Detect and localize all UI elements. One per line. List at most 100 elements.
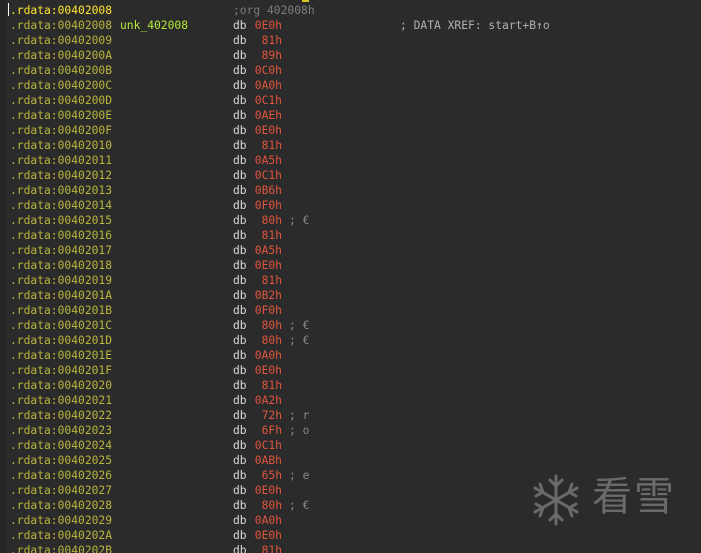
row-address[interactable]: .rdata:0040201C xyxy=(10,318,112,333)
row-address[interactable]: .rdata:00402012 xyxy=(10,168,112,183)
disassembly-listing[interactable]: .rdata:00402008 ;org 402008h .rdata:0040… xyxy=(0,0,701,553)
listing-row[interactable]: .rdata:00402011 db 0A5h xyxy=(0,153,701,168)
row-value[interactable]: 0E0h xyxy=(252,363,282,378)
row-value[interactable]: 0A0h xyxy=(252,348,282,363)
listing-row[interactable]: .rdata:0040201B db 0F0h xyxy=(0,303,701,318)
row-value[interactable]: 0A0h xyxy=(252,78,282,93)
row-value[interactable]: 0A0h xyxy=(252,513,282,528)
row-address[interactable]: .rdata:0040200B xyxy=(10,63,112,78)
row-address[interactable]: .rdata:00402008 xyxy=(10,3,112,18)
listing-row[interactable]: .rdata:0040201E db 0A0h xyxy=(0,348,701,363)
row-value[interactable]: 0A2h xyxy=(252,393,282,408)
row-address[interactable]: .rdata:0040202B xyxy=(10,543,112,553)
row-value[interactable]: 81h xyxy=(252,33,282,48)
row-value[interactable]: 80h xyxy=(252,318,282,333)
listing-row[interactable]: .rdata:0040201A db 0B2h xyxy=(0,288,701,303)
row-address[interactable]: .rdata:00402026 xyxy=(10,468,112,483)
row-address[interactable]: .rdata:00402021 xyxy=(10,393,112,408)
row-address[interactable]: .rdata:00402010 xyxy=(10,138,112,153)
row-value[interactable]: 89h xyxy=(252,48,282,63)
listing-row[interactable]: .rdata:00402016 db 81h xyxy=(0,228,701,243)
listing-row[interactable]: .rdata:0040200C db 0A0h xyxy=(0,78,701,93)
listing-row[interactable]: .rdata:00402017 db 0A5h xyxy=(0,243,701,258)
listing-row[interactable]: .rdata:00402021 db 0A2h xyxy=(0,393,701,408)
listing-row[interactable]: .rdata:0040202A db 0E0h xyxy=(0,528,701,543)
row-address[interactable]: .rdata:00402016 xyxy=(10,228,112,243)
row-value[interactable]: 81h xyxy=(252,138,282,153)
listing-row[interactable]: .rdata:0040200F db 0E0h xyxy=(0,123,701,138)
row-address[interactable]: .rdata:0040200A xyxy=(10,48,112,63)
row-value[interactable]: 0E0h xyxy=(252,123,282,138)
row-xref[interactable]: ; DATA XREF: start+B↑o xyxy=(400,18,550,33)
row-value[interactable]: 80h xyxy=(252,333,282,348)
row-value[interactable]: 0F0h xyxy=(252,303,282,318)
row-address[interactable]: .rdata:00402029 xyxy=(10,513,112,528)
row-address[interactable]: .rdata:0040200D xyxy=(10,93,112,108)
row-value[interactable]: 0E0h xyxy=(252,528,282,543)
listing-row[interactable]: .rdata:0040200D db 0C1h xyxy=(0,93,701,108)
listing-row[interactable]: .rdata:0040201F db 0E0h xyxy=(0,363,701,378)
row-address[interactable]: .rdata:00402014 xyxy=(10,198,112,213)
row-value[interactable]: 0F0h xyxy=(252,198,282,213)
row-value[interactable]: 80h xyxy=(252,498,282,513)
row-address[interactable]: .rdata:00402013 xyxy=(10,183,112,198)
listing-row[interactable]: .rdata:00402024 db 0C1h xyxy=(0,438,701,453)
listing-row[interactable]: .rdata:00402020 db 81h xyxy=(0,378,701,393)
row-address[interactable]: .rdata:0040200F xyxy=(10,123,112,138)
listing-row[interactable]: .rdata:0040201C db 80h ; € xyxy=(0,318,701,333)
listing-row[interactable]: .rdata:0040200E db 0AEh xyxy=(0,108,701,123)
row-address[interactable]: .rdata:00402018 xyxy=(10,258,112,273)
row-value[interactable]: 0C1h xyxy=(252,93,282,108)
row-address[interactable]: .rdata:00402015 xyxy=(10,213,112,228)
row-value[interactable]: 65h xyxy=(252,468,282,483)
listing-row[interactable]: .rdata:00402012 db 0C1h xyxy=(0,168,701,183)
row-value[interactable]: 80h xyxy=(252,213,282,228)
row-address[interactable]: .rdata:00402020 xyxy=(10,378,112,393)
row-value[interactable]: 72h xyxy=(252,408,282,423)
listing-row[interactable]: .rdata:0040200A db 89h xyxy=(0,48,701,63)
row-address[interactable]: .rdata:00402027 xyxy=(10,483,112,498)
row-address[interactable]: .rdata:0040200C xyxy=(10,78,112,93)
row-address[interactable]: .rdata:0040201B xyxy=(10,303,112,318)
listing-row[interactable]: .rdata:00402022 db 72h ; r xyxy=(0,408,701,423)
row-address[interactable]: .rdata:00402017 xyxy=(10,243,112,258)
listing-row[interactable]: .rdata:0040201D db 80h ; € xyxy=(0,333,701,348)
row-value[interactable]: 0A5h xyxy=(252,153,282,168)
row-address[interactable]: .rdata:00402023 xyxy=(10,423,112,438)
row-address[interactable]: .rdata:0040201D xyxy=(10,333,112,348)
row-value[interactable]: 81h xyxy=(252,228,282,243)
org-row[interactable]: .rdata:00402008 ;org 402008h xyxy=(0,3,701,18)
row-address[interactable]: .rdata:00402019 xyxy=(10,273,112,288)
row-value[interactable]: 0E0h xyxy=(252,483,282,498)
row-value[interactable]: 81h xyxy=(252,273,282,288)
listing-row[interactable]: .rdata:00402014 db 0F0h xyxy=(0,198,701,213)
row-address[interactable]: .rdata:00402011 xyxy=(10,153,112,168)
row-address[interactable]: .rdata:00402025 xyxy=(10,453,112,468)
listing-row[interactable]: .rdata:00402008 unk_402008 db 0E0h ; DATA XR… xyxy=(0,18,701,33)
listing-row[interactable]: .rdata:0040202B db 81h xyxy=(0,543,701,553)
row-value[interactable]: 0AEh xyxy=(252,108,282,123)
listing-row[interactable]: .rdata:0040200B db 0C0h xyxy=(0,63,701,78)
listing-row[interactable]: .rdata:00402013 db 0B6h xyxy=(0,183,701,198)
listing-row[interactable]: .rdata:00402023 db 6Fh ; o xyxy=(0,423,701,438)
row-address[interactable]: .rdata:0040201E xyxy=(10,348,112,363)
row-value[interactable]: 0C1h xyxy=(252,168,282,183)
listing-row[interactable]: .rdata:00402010 db 81h xyxy=(0,138,701,153)
listing-row[interactable]: .rdata:00402018 db 0E0h xyxy=(0,258,701,273)
row-value[interactable]: 6Fh xyxy=(252,423,282,438)
row-address[interactable]: .rdata:00402009 xyxy=(10,33,112,48)
listing-row[interactable]: .rdata:00402009 db 81h xyxy=(0,33,701,48)
row-label[interactable]: unk_402008 xyxy=(120,18,188,33)
row-value[interactable]: 0B6h xyxy=(252,183,282,198)
row-value[interactable]: 81h xyxy=(252,543,282,553)
row-value[interactable]: 0E0h xyxy=(252,18,282,33)
row-address[interactable]: .rdata:00402024 xyxy=(10,438,112,453)
row-address[interactable]: .rdata:0040201A xyxy=(10,288,112,303)
row-address[interactable]: .rdata:00402008 xyxy=(10,18,112,33)
row-address[interactable]: .rdata:0040200E xyxy=(10,108,112,123)
row-address[interactable]: .rdata:00402022 xyxy=(10,408,112,423)
row-address[interactable]: .rdata:0040201F xyxy=(10,363,112,378)
row-value[interactable]: 0C1h xyxy=(252,438,282,453)
listing-row[interactable]: .rdata:00402025 db 0ABh xyxy=(0,453,701,468)
listing-row[interactable]: .rdata:00402019 db 81h xyxy=(0,273,701,288)
